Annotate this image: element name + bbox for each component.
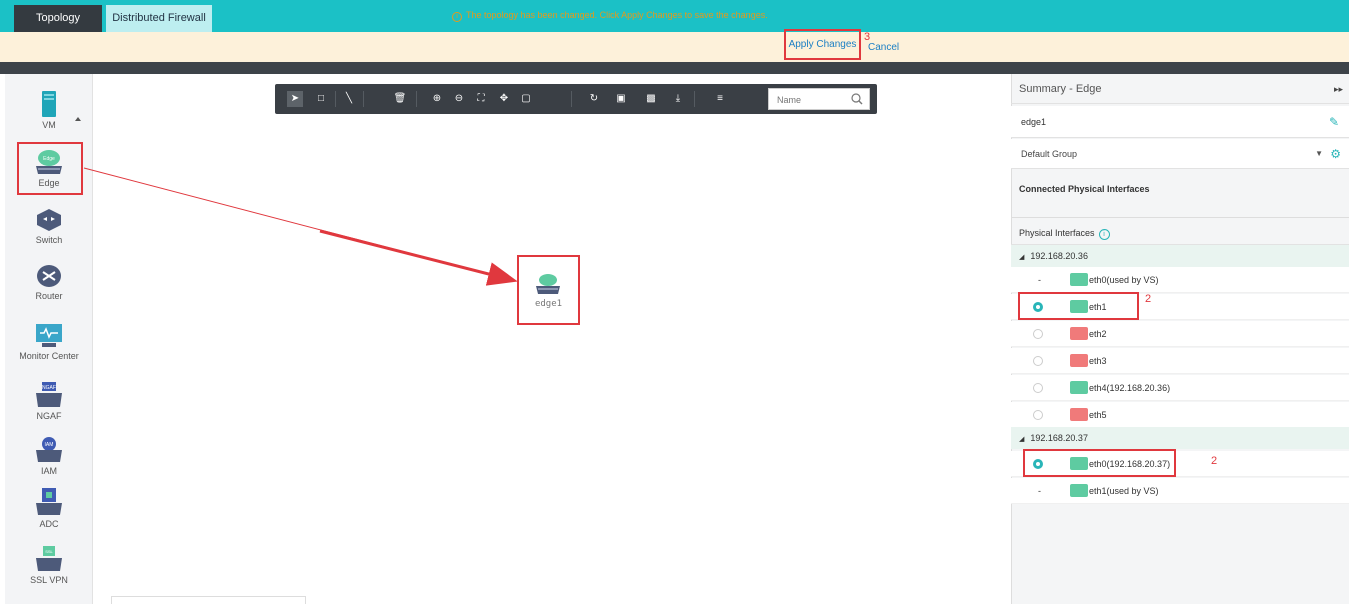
interface-row[interactable]: eth5 — [1011, 402, 1349, 428]
step-marker-2: 2 — [1211, 455, 1218, 467]
interface-name: eth0(used by VS) — [1089, 275, 1159, 285]
group-select[interactable]: Default Group ▼ ⚙ — [1011, 139, 1349, 169]
interface-name: eth4(192.168.20.36) — [1089, 383, 1171, 393]
interface-row: - eth1(used by VS) — [1011, 478, 1349, 504]
port-green-icon — [1070, 273, 1088, 286]
interface-name: eth1(used by VS) — [1089, 486, 1159, 496]
port-red-icon — [1070, 408, 1088, 421]
eth1-highlight-box — [1018, 292, 1139, 320]
interface-name: eth5 — [1089, 410, 1107, 420]
port-green-icon — [1070, 484, 1088, 497]
bottom-panel-edge — [111, 596, 306, 604]
host-group-row[interactable]: ◢ 192.168.20.36 — [1011, 245, 1349, 267]
collapse-caret-icon[interactable]: ◢ — [1019, 436, 1024, 443]
interface-radio[interactable] — [1033, 383, 1043, 393]
edge-name-value: edge1 — [1021, 117, 1047, 127]
port-red-icon — [1070, 327, 1088, 340]
step-marker-2: 2 — [1145, 293, 1152, 305]
physical-interfaces-header: Physical Interfaces i — [1011, 221, 1349, 245]
edit-icon[interactable]: ✎ — [1329, 106, 1339, 138]
port-red-icon — [1070, 354, 1088, 367]
panel-title-text: Summary - Edge — [1019, 83, 1102, 95]
expand-panel-icon[interactable]: ▸▸ — [1334, 74, 1343, 104]
used-dash: - — [1038, 275, 1041, 285]
drag-arrow-head — [319, 229, 518, 286]
edge-node-label: edge1 — [534, 299, 563, 309]
physical-interfaces-title: Physical Interfaces — [1019, 228, 1095, 238]
interface-radio[interactable] — [1033, 410, 1043, 420]
host-group-row[interactable]: ◢ 192.168.20.37 — [1011, 427, 1349, 449]
chevron-down-icon[interactable]: ▼ — [1315, 139, 1323, 169]
edge-node-icon[interactable] — [533, 272, 563, 296]
interface-row: - eth0(used by VS) — [1011, 267, 1349, 293]
interface-row[interactable]: eth3 — [1011, 348, 1349, 374]
port-green-icon — [1070, 381, 1088, 394]
interface-name: eth3 — [1089, 356, 1107, 366]
host-ip: 192.168.20.36 — [1030, 251, 1088, 261]
info-icon[interactable]: i — [1098, 229, 1110, 240]
interface-radio[interactable] — [1033, 356, 1043, 366]
eth0-highlight-box — [1023, 449, 1176, 477]
edge-name-row: edge1 ✎ — [1011, 106, 1349, 138]
panel-title: Summary - Edge ▸▸ — [1011, 74, 1349, 104]
used-dash: - — [1038, 486, 1041, 496]
interface-row[interactable]: eth2 — [1011, 321, 1349, 347]
interface-name: eth2 — [1089, 329, 1107, 339]
connected-interfaces-header: Connected Physical Interfaces — [1011, 172, 1349, 218]
host-ip: 192.168.20.37 — [1030, 433, 1088, 443]
interface-radio[interactable] — [1033, 329, 1043, 339]
interface-row[interactable]: eth4(192.168.20.36) — [1011, 375, 1349, 401]
collapse-caret-icon[interactable]: ◢ — [1019, 254, 1024, 261]
group-value: Default Group — [1021, 149, 1078, 159]
gear-icon[interactable]: ⚙ — [1330, 139, 1341, 169]
